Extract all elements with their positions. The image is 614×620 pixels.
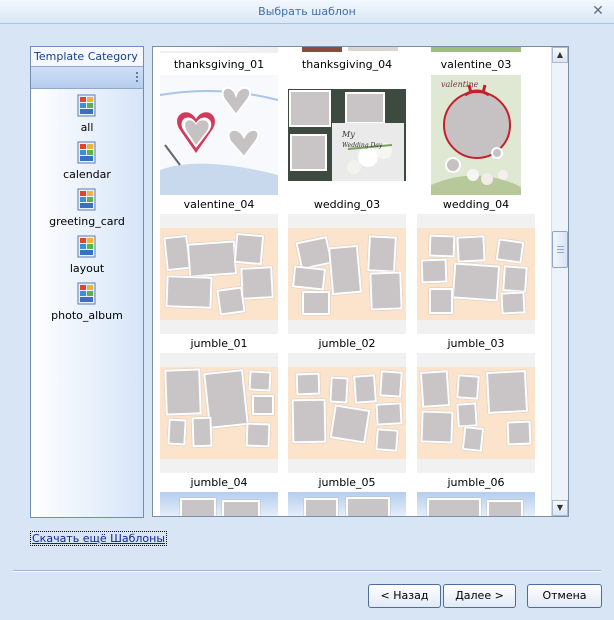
template-thumbnail[interactable]: [160, 75, 278, 195]
template-thumbnail[interactable]: [160, 214, 278, 334]
title-bar: Выбрать шаблон ✕: [0, 0, 614, 24]
grip-icon[interactable]: [136, 72, 138, 84]
back-button[interactable]: < Назад: [368, 584, 441, 608]
template-thumbnail[interactable]: [160, 492, 278, 516]
template-label: jumble_03: [447, 337, 505, 350]
sidebar-item-photo-album[interactable]: photo_album: [31, 277, 143, 324]
template-thumbnail[interactable]: My Wedding Day: [288, 75, 406, 195]
template-thumbnail[interactable]: [288, 492, 406, 516]
sidebar-header: Template Category: [31, 47, 143, 67]
template-label: wedding_04: [442, 198, 510, 211]
template-label: jumble_02: [318, 337, 376, 350]
sidebar-item-all[interactable]: all: [31, 89, 143, 136]
valentine-thumb-text: valentine: [441, 80, 479, 89]
template-thumbnail[interactable]: [288, 353, 406, 473]
sidebar-item-label: all: [80, 121, 94, 134]
sidebar-item-label: calendar: [63, 168, 111, 181]
download-templates-link[interactable]: Скачать ещё Шаблоны: [30, 531, 168, 546]
template-thumbnail[interactable]: [160, 353, 278, 473]
sidebar-toolbar: [31, 67, 143, 89]
cancel-button[interactable]: Отмена: [527, 584, 602, 608]
template-label: valentine_04: [183, 198, 255, 211]
template-thumbnail[interactable]: [288, 214, 406, 334]
template-icon: [77, 94, 97, 118]
template-label: jumble_05: [318, 476, 376, 489]
sidebar-item-label: photo_album: [51, 309, 123, 322]
template-icon: [77, 188, 97, 212]
template-label: jumble_06: [447, 476, 505, 489]
template-thumbnail[interactable]: [417, 47, 535, 53]
template-icon: [77, 141, 97, 165]
template-label: wedding_03: [313, 198, 381, 211]
sidebar-item-layout[interactable]: layout: [31, 230, 143, 277]
template-grid-panel: thanksgiving_01 thanksgiving_04 valentin…: [152, 46, 569, 517]
scroll-down-icon[interactable]: ▼: [552, 500, 568, 516]
next-button[interactable]: Далее >: [443, 584, 516, 608]
sidebar-item-label: layout: [69, 262, 105, 275]
template-label: valentine_03: [440, 58, 512, 71]
svg-text:My: My: [341, 130, 355, 139]
template-thumbnail[interactable]: [160, 47, 278, 53]
template-label: thanksgiving_04: [301, 58, 393, 71]
scrollbar-thumb[interactable]: [552, 231, 568, 268]
close-icon[interactable]: ✕: [590, 3, 606, 19]
template-thumbnail[interactable]: [417, 353, 535, 473]
template-icon: [77, 282, 97, 306]
template-label: jumble_04: [190, 476, 248, 489]
template-thumbnail[interactable]: [417, 214, 535, 334]
sidebar-item-calendar[interactable]: calendar: [31, 136, 143, 183]
sidebar-item-greeting-card[interactable]: greeting_card: [31, 183, 143, 230]
category-sidebar: Template Category all calendar greeting_ca…: [30, 46, 144, 518]
vertical-scrollbar[interactable]: ▲ ▼: [551, 47, 568, 516]
template-grid: thanksgiving_01 thanksgiving_04 valentin…: [153, 47, 551, 516]
svg-text:Wedding Day: Wedding Day: [342, 142, 383, 149]
template-thumbnail[interactable]: [288, 47, 406, 53]
category-list: all calendar greeting_cardlayout photo_albu…: [31, 89, 143, 324]
template-thumbnail[interactable]: [417, 492, 535, 516]
template-label: jumble_01: [190, 337, 248, 350]
template-icon: [77, 235, 97, 259]
window-title: Выбрать шаблон: [258, 5, 356, 18]
separator: [13, 570, 601, 572]
template-label: thanksgiving_01: [173, 58, 265, 71]
sidebar-item-label: greeting_card: [49, 215, 125, 228]
template-thumbnail[interactable]: valentine: [417, 75, 535, 195]
scroll-up-icon[interactable]: ▲: [552, 47, 568, 63]
